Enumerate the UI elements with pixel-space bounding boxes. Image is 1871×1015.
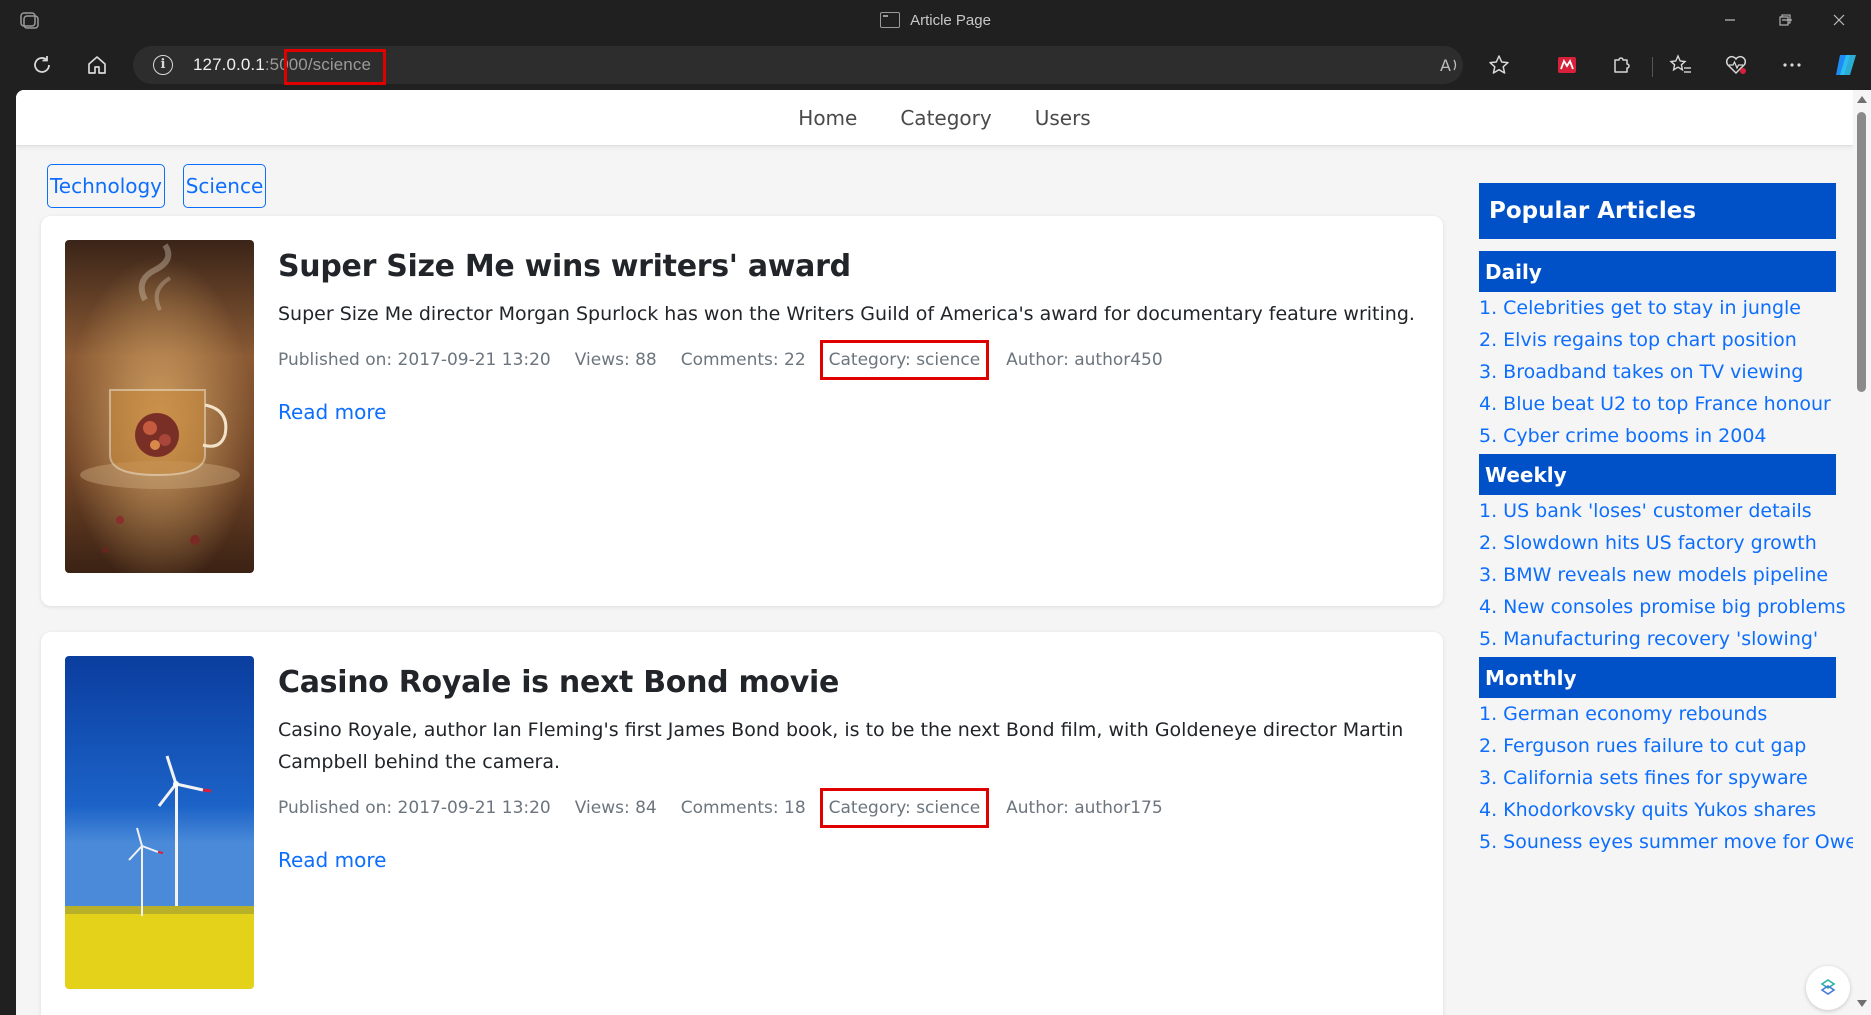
window-title-text: Article Page [910, 11, 991, 29]
article-body: Super Size Me wins writers' award Super … [278, 240, 1418, 424]
browser-toolbar: i 127.0.0.1:5000/science A [0, 40, 1871, 90]
home-button[interactable] [79, 48, 115, 82]
article-card: Casino Royale is next Bond movie Casino … [41, 632, 1443, 1015]
page-scrollbar[interactable] [1853, 90, 1871, 1015]
monthly-header: Monthly [1479, 657, 1836, 698]
monthly-item[interactable]: 4. Khodorkovsky quits Yukos shares [1479, 794, 1836, 826]
floating-helper-button[interactable] [1806, 966, 1850, 1010]
monthly-item[interactable]: 5. Souness eyes summer move for Owen [1479, 826, 1853, 858]
daily-item[interactable]: 3. Broadband takes on TV viewing [1479, 356, 1836, 388]
top-navbar: Home Category Users [16, 90, 1853, 146]
title-bar: Article Page [0, 0, 1871, 40]
restore-button[interactable] [1758, 0, 1812, 40]
nav-category[interactable]: Category [900, 106, 991, 130]
site-info-icon[interactable]: i [153, 55, 173, 75]
article-category: Category: science [819, 788, 990, 828]
weekly-list: 1. US bank 'loses' customer details 2. S… [1479, 495, 1846, 655]
article-comments: Comments: 18 [680, 798, 806, 818]
url-highlight-box [284, 49, 386, 85]
star-icon [1489, 55, 1509, 74]
monthly-item[interactable]: 2. Ferguson rues failure to cut gap [1479, 730, 1836, 762]
article-thumbnail-wind-turbines[interactable] [65, 656, 254, 989]
scrollbar-thumb[interactable] [1857, 112, 1866, 392]
article-views: Views: 88 [574, 350, 657, 370]
browser-essentials-button[interactable] [1718, 48, 1754, 82]
close-icon [1833, 14, 1845, 26]
article-meta: Published on: 2017-09-21 13:20 Views: 88… [278, 340, 1418, 380]
daily-list: 1. Celebrities get to stay in jungle 2. … [1479, 292, 1836, 452]
more-dots-icon [1783, 63, 1801, 67]
daily-header: Daily [1479, 251, 1836, 292]
extension-badge-icon [1558, 57, 1576, 73]
close-button[interactable] [1812, 0, 1866, 40]
daily-item[interactable]: 2. Elvis regains top chart position [1479, 324, 1836, 356]
window-title: Article Page [0, 0, 1871, 40]
daily-item[interactable]: 4. Blue beat U2 to top France honour [1479, 388, 1836, 420]
monthly-item[interactable]: 3. California sets fines for spyware [1479, 762, 1836, 794]
extension-red-button[interactable] [1549, 48, 1585, 82]
article-author: Author: author450 [1006, 350, 1163, 370]
copilot-button[interactable] [1828, 48, 1864, 82]
copilot-icon [1836, 55, 1856, 75]
more-menu-button[interactable] [1774, 48, 1810, 82]
article-comments: Comments: 22 [680, 350, 806, 370]
favorites-list-icon [1669, 54, 1691, 73]
article-views: Views: 84 [574, 798, 657, 818]
monthly-list: 1. German economy rebounds 2. Ferguson r… [1479, 698, 1853, 858]
popular-articles-sidebar: Popular Articles Daily 1. Celebrities ge… [1479, 183, 1853, 858]
url-host: 127.0.0.1 [193, 55, 265, 74]
page-viewport: Home Category Users Technology Science S… [16, 90, 1853, 1015]
helper-logo-icon [1820, 979, 1836, 995]
tab-icon [880, 12, 901, 28]
home-icon [88, 56, 106, 74]
sidebar-title: Popular Articles [1479, 183, 1836, 239]
puzzle-icon [1614, 57, 1630, 73]
weekly-item[interactable]: 4. New consoles promise big problems [1479, 591, 1846, 623]
weekly-item[interactable]: 1. US bank 'loses' customer details [1479, 495, 1836, 527]
read-more-link[interactable]: Read more [278, 400, 1418, 424]
article-excerpt: Super Size Me director Morgan Spurlock h… [278, 303, 1415, 325]
read-more-link[interactable]: Read more [278, 848, 1418, 872]
article-body: Casino Royale is next Bond movie Casino … [278, 656, 1418, 872]
monthly-item[interactable]: 1. German economy rebounds [1479, 698, 1836, 730]
toolbar-separator [1652, 57, 1653, 77]
refresh-button[interactable] [24, 48, 60, 82]
minimize-button-2[interactable] [1703, 0, 1757, 40]
article-author: Author: author175 [1006, 798, 1163, 818]
daily-item[interactable]: 5. Cyber crime booms in 2004 [1479, 420, 1836, 452]
scroll-down-arrow-icon[interactable] [1857, 1000, 1867, 1007]
article-card: Super Size Me wins writers' award Super … [41, 216, 1443, 606]
minimize-icon [1725, 19, 1735, 21]
article-category: Category: science [819, 340, 990, 380]
svg-text:A: A [1440, 56, 1451, 75]
article-published: Published on: 2017-09-21 13:20 [278, 798, 551, 818]
category-button-science[interactable]: Science [183, 164, 266, 208]
nav-home[interactable]: Home [798, 106, 857, 130]
weekly-item[interactable]: 2. Slowdown hits US factory growth [1479, 527, 1836, 559]
favorite-star-button[interactable] [1481, 48, 1517, 82]
extensions-button[interactable] [1603, 48, 1639, 82]
weekly-item[interactable]: 5. Manufacturing recovery 'slowing' [1479, 623, 1836, 655]
read-aloud-button[interactable]: A [1432, 48, 1468, 82]
article-meta: Published on: 2017-09-21 13:20 Views: 84… [278, 788, 1418, 828]
read-aloud-icon: A [1440, 56, 1457, 75]
category-button-technology[interactable]: Technology [47, 164, 165, 208]
refresh-icon [34, 56, 50, 73]
restore-icon [1779, 14, 1791, 26]
heart-pulse-icon [1725, 55, 1747, 75]
article-excerpt: Casino Royale, author Ian Fleming's firs… [278, 719, 1404, 773]
weekly-header: Weekly [1479, 454, 1836, 495]
daily-item[interactable]: 1. Celebrities get to stay in jungle [1479, 292, 1836, 324]
scroll-up-arrow-icon[interactable] [1857, 96, 1867, 103]
article-thumbnail-tea[interactable] [65, 240, 254, 573]
nav-users[interactable]: Users [1035, 106, 1091, 130]
weekly-item[interactable]: 3. BMW reveals new models pipeline [1479, 559, 1836, 591]
article-published: Published on: 2017-09-21 13:20 [278, 350, 551, 370]
article-title[interactable]: Casino Royale is next Bond movie [278, 665, 1418, 700]
favorites-button[interactable] [1663, 48, 1699, 82]
article-title[interactable]: Super Size Me wins writers' award [278, 249, 1418, 284]
